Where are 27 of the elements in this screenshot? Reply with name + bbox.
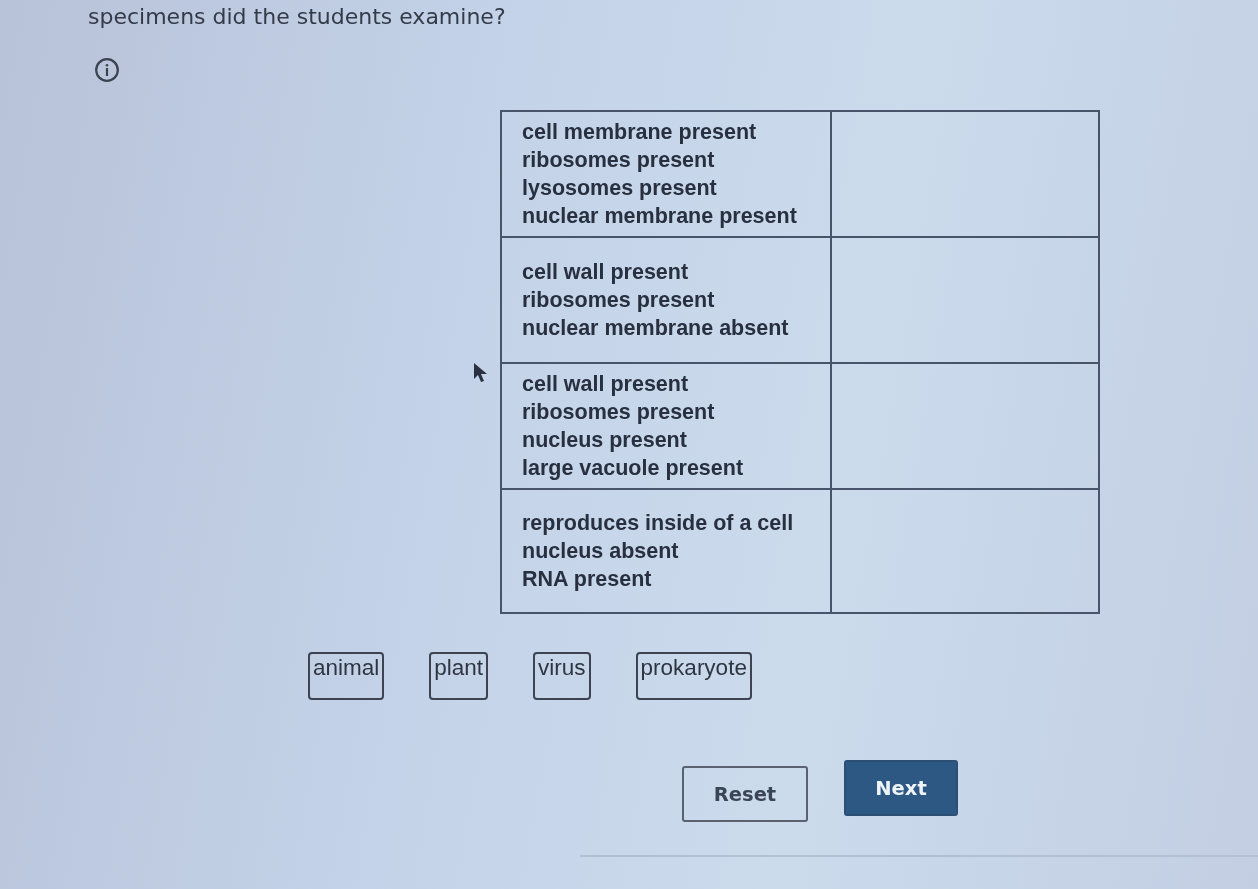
info-icon[interactable]	[95, 58, 119, 82]
trait-text: reproduces inside of a cell	[522, 510, 794, 537]
trait-text: ribosomes present	[522, 399, 715, 426]
trait-text: ribosomes present	[522, 287, 715, 314]
mouse-cursor-icon	[473, 362, 489, 384]
drop-zone[interactable]	[830, 488, 1100, 614]
answer-tile[interactable]: prokaryote	[635, 652, 752, 700]
drop-zone[interactable]	[830, 362, 1100, 488]
reset-button[interactable]: Reset	[682, 766, 808, 822]
answer-tile[interactable]: animal	[308, 652, 385, 700]
trait-text: nuclear membrane absent	[522, 315, 789, 342]
trait-text: cell wall present	[522, 259, 689, 286]
question-text: specimens did the students examine?	[88, 3, 506, 31]
trait-text: cell wall present	[522, 371, 689, 398]
drop-zone[interactable]	[830, 110, 1100, 236]
trait-text: nucleus present	[522, 427, 687, 454]
trait-text: large vacuole present	[522, 455, 744, 482]
trait-text: RNA present	[522, 566, 652, 593]
trait-text: lysosomes present	[522, 175, 717, 202]
trait-text: cell membrane present	[522, 119, 757, 146]
trait-text: ribosomes present	[522, 147, 715, 174]
next-button[interactable]: Next	[844, 760, 958, 816]
answer-tile[interactable]: virus	[533, 652, 591, 700]
trait-text: nuclear membrane present	[522, 203, 797, 230]
drop-zone[interactable]	[830, 236, 1100, 362]
answer-tile[interactable]: plant	[429, 652, 489, 700]
trait-text: nucleus absent	[522, 538, 679, 565]
